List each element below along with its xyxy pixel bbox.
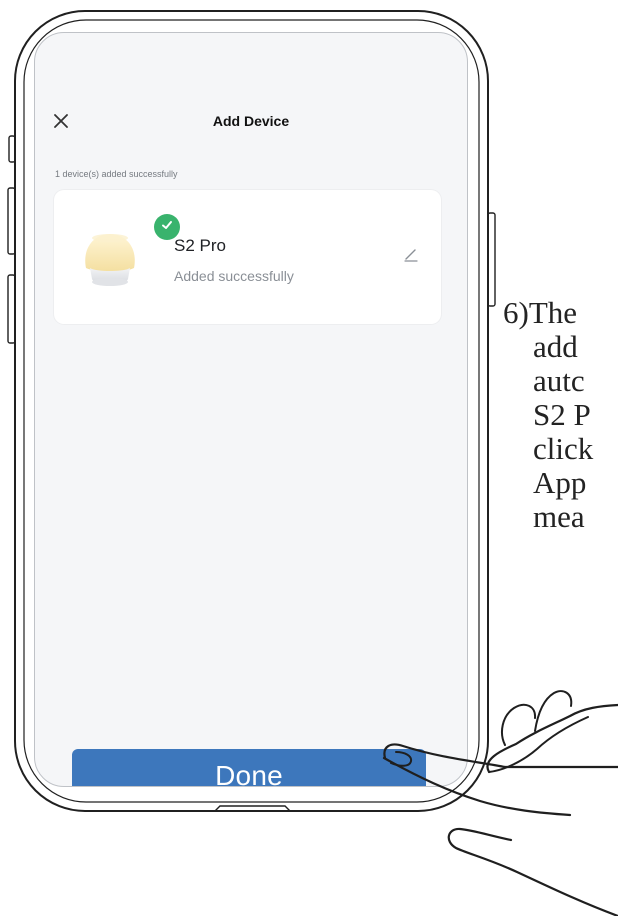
app-screen: Add Device 1 device(s) added successfull… <box>34 32 468 787</box>
instruction-text: 6)The add autc S2 P click App mea <box>503 296 618 534</box>
pointing-hand-icon <box>382 690 618 916</box>
instruction-line: autc <box>533 363 585 398</box>
check-icon <box>160 218 174 237</box>
edit-name-button[interactable] <box>401 248 421 266</box>
instruction-line: add <box>533 329 578 364</box>
instruction-line: 6)The <box>503 296 578 330</box>
instruction-line: App <box>533 465 587 500</box>
success-count-text: 1 device(s) added successfully <box>55 169 178 179</box>
edit-icon <box>402 246 420 269</box>
device-card: S2 Pro Added successfully <box>54 190 441 324</box>
device-status: Added successfully <box>174 268 294 284</box>
lamp-icon <box>74 226 146 298</box>
page-title: Add Device <box>212 113 290 129</box>
instruction-line: S2 P <box>533 397 591 432</box>
top-bar: Add Device <box>35 107 467 137</box>
instruction-line: mea <box>533 499 585 534</box>
instruction-line: click <box>533 431 594 466</box>
done-label: Done <box>215 760 283 787</box>
device-name: S2 Pro <box>174 236 226 255</box>
